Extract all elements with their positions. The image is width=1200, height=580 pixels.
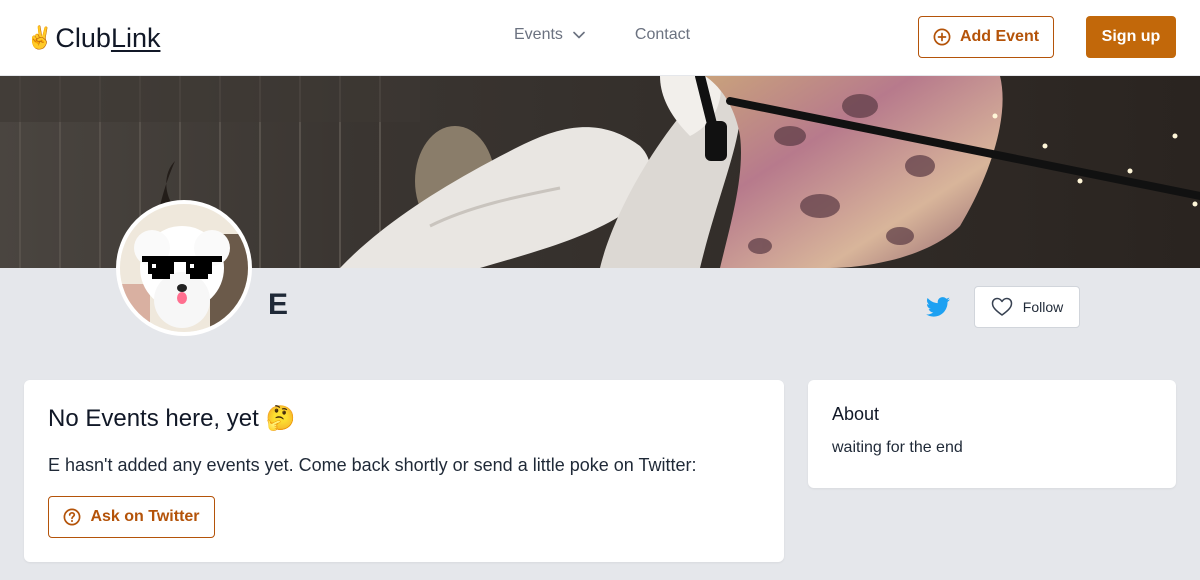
add-event-label: Add Event bbox=[959, 28, 1040, 45]
profile-avatar bbox=[116, 200, 252, 336]
question-circle-icon bbox=[64, 508, 81, 526]
follow-label: Follow bbox=[1022, 299, 1064, 315]
events-empty-message: E hasn't added any events yet. Come back… bbox=[48, 455, 697, 475]
about-text: waiting for the end bbox=[832, 439, 963, 456]
about-title: About bbox=[832, 404, 880, 424]
heart-icon bbox=[991, 297, 1013, 316]
add-event-button[interactable]: Add Event bbox=[918, 16, 1054, 58]
signup-button[interactable]: Sign up bbox=[1086, 16, 1176, 58]
nav-contact-link[interactable]: Contact bbox=[635, 26, 690, 44]
plus-circle-icon bbox=[933, 28, 951, 46]
about-card bbox=[808, 380, 1176, 488]
follow-button[interactable]: Follow bbox=[974, 286, 1080, 328]
twitter-icon[interactable] bbox=[926, 296, 950, 318]
top-navbar: ✌️ Club Link Events Contact Add Event Si… bbox=[0, 0, 1200, 76]
profile-name: E bbox=[268, 288, 289, 321]
nav-events-label: Events bbox=[514, 26, 563, 43]
main-nav: Events Contact bbox=[514, 26, 690, 44]
chevron-down-icon bbox=[573, 31, 585, 39]
logo-text-club: Club bbox=[55, 22, 111, 53]
signup-label: Sign up bbox=[1101, 28, 1161, 45]
clublink-logo[interactable]: ✌️ Club Link bbox=[26, 22, 160, 54]
logo-hand-emoji: ✌️ bbox=[26, 25, 54, 50]
nav-events-dropdown[interactable]: Events bbox=[514, 26, 585, 44]
ask-on-twitter-button[interactable]: Ask on Twitter bbox=[48, 496, 215, 538]
logo-text-link: Link bbox=[110, 22, 161, 53]
ask-on-twitter-label: Ask on Twitter bbox=[90, 508, 200, 525]
events-empty-title: No Events here, yet 🤔 bbox=[48, 405, 296, 432]
